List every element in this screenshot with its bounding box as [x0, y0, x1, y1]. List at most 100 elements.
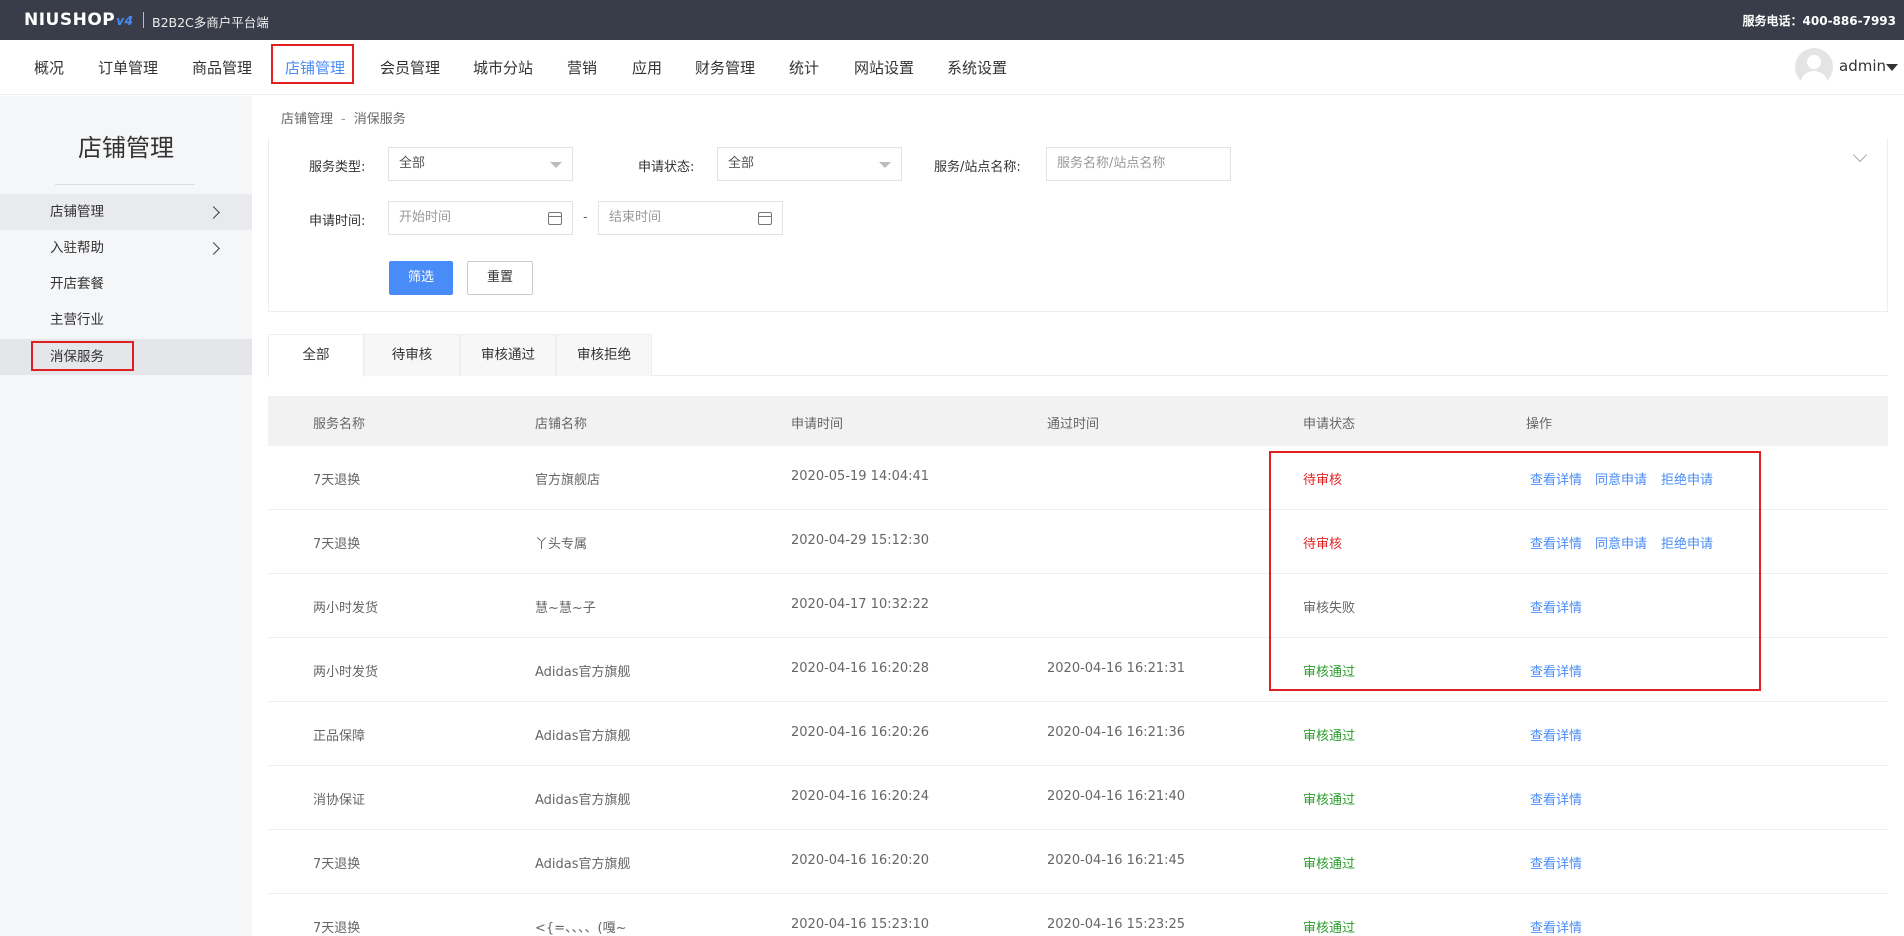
cell-pass-time: 2020-04-16 15:23:25 [1047, 917, 1186, 932]
date-separator: - [583, 210, 588, 225]
cell-shop-name: 官方旗舰店 [535, 473, 601, 488]
nav-item-stats[interactable]: 统计 [789, 57, 819, 78]
cell-shop-name: 丫头专属 [535, 537, 588, 552]
nav-item-marketing[interactable]: 营销 [567, 57, 597, 78]
cell-service-name: 7天退换 [313, 857, 361, 872]
cell-service-name: 7天退换 [313, 537, 361, 552]
sidebar-highlight-box [31, 341, 134, 371]
calendar-icon [758, 212, 772, 225]
breadcrumb-parent[interactable]: 店铺管理 [281, 112, 333, 127]
breadcrumb-current: 消保服务 [353, 112, 406, 127]
cell-shop-name: Adidas官方旗舰 [535, 729, 631, 744]
filter-button[interactable]: 筛选 [389, 261, 453, 295]
view-details-link[interactable]: 查看详情 [1530, 853, 1582, 872]
filter-panel: 服务类型: 全部 申请状态: 全部 服务/站点名称: 服务名称/站点名称 申请时… [268, 138, 1888, 312]
tab-approved[interactable]: 审核通过 [460, 334, 556, 376]
cell-service-name: 正品保障 [313, 729, 366, 744]
cell-apply-time: 2020-04-16 16:20:26 [791, 725, 930, 740]
service-type-label: 服务类型: [309, 160, 366, 175]
cell-shop-name: 慧~慧~子 [535, 601, 596, 616]
caret-down-icon[interactable] [1886, 64, 1898, 71]
main-nav: 概况 订单管理 商品管理 店铺管理 会员管理 城市分站 营销 应用 财务管理 统… [0, 40, 1904, 95]
cell-status: 审核通过 [1303, 921, 1356, 936]
nav-item-finance[interactable]: 财务管理 [695, 57, 755, 78]
cell-status: 审核通过 [1303, 729, 1356, 744]
collapse-chevron-icon[interactable] [1852, 147, 1868, 163]
status-tabs: 全部 待审核 审核通过 审核拒绝 [268, 334, 1888, 377]
time-label: 申请时间: [309, 214, 366, 229]
sidebar-item-join-help[interactable]: 入驻帮助 [0, 230, 252, 266]
cell-shop-name: Adidas官方旗舰 [535, 857, 631, 872]
nav-item-goods[interactable]: 商品管理 [192, 57, 252, 78]
sidebar-divider [55, 184, 195, 185]
view-details-link[interactable]: 查看详情 [1530, 789, 1582, 808]
avatar[interactable] [1795, 48, 1833, 86]
start-time-input[interactable]: 开始时间 [388, 201, 573, 235]
username[interactable]: admin [1839, 57, 1886, 75]
cell-pass-time: 2020-04-16 16:21:31 [1047, 661, 1186, 676]
dropdown-arrow-icon [879, 162, 891, 168]
nav-item-site-settings[interactable]: 网站设置 [854, 57, 914, 78]
th-pass-time: 通过时间 [1047, 417, 1100, 432]
th-apply-time: 申请时间 [791, 417, 844, 432]
nav-item-apps[interactable]: 应用 [632, 57, 662, 78]
nav-item-orders[interactable]: 订单管理 [98, 57, 158, 78]
cell-service-name: 两小时发货 [313, 601, 379, 616]
cell-apply-time: 2020-04-16 15:23:10 [791, 917, 930, 932]
status-select[interactable]: 全部 [717, 147, 902, 181]
cell-shop-name: <{=、、、、(嘎~ [535, 921, 627, 936]
view-details-link[interactable]: 查看详情 [1530, 725, 1582, 744]
table-highlight-box [1269, 451, 1761, 691]
sidebar-item-main-industry[interactable]: 主营行业 [0, 302, 252, 338]
nav-item-city-station[interactable]: 城市分站 [473, 57, 533, 78]
nav-item-members[interactable]: 会员管理 [380, 57, 440, 78]
tab-all[interactable]: 全部 [268, 334, 364, 377]
cell-pass-time: 2020-04-16 16:21:45 [1047, 853, 1186, 868]
tab-rejected[interactable]: 审核拒绝 [556, 334, 652, 376]
sidebar-item-shop-package[interactable]: 开店套餐 [0, 266, 252, 302]
nav-item-overview[interactable]: 概况 [34, 57, 64, 78]
service-phone: 服务电话：400-886-7993 [1742, 14, 1896, 28]
view-details-link[interactable]: 查看详情 [1530, 917, 1582, 936]
platform-name: B2B2C多商户平台端 [152, 15, 269, 30]
cell-apply-time: 2020-04-16 16:20:24 [791, 789, 930, 804]
table-row: 7天退换 <{=、、、、(嘎~ 2020-04-16 15:23:10 2020-04… [268, 894, 1888, 936]
table-row: 正品保障 Adidas官方旗舰 2020-04-16 16:20:26 2020-04… [268, 702, 1888, 766]
cell-service-name: 7天退换 [313, 473, 361, 488]
th-shop-name: 店铺名称 [535, 417, 588, 432]
sidebar-title: 店铺管理 [78, 134, 174, 162]
sidebar-item-shop-management[interactable]: 店铺管理 [0, 194, 252, 230]
dropdown-arrow-icon [550, 162, 562, 168]
cell-apply-time: 2020-04-16 16:20:20 [791, 853, 930, 868]
tab-pending[interactable]: 待审核 [364, 334, 460, 376]
breadcrumb: 店铺管理 - 消保服务 [281, 112, 406, 127]
cell-pass-time: 2020-04-16 16:21:40 [1047, 789, 1186, 804]
service-type-select[interactable]: 全部 [388, 147, 573, 181]
name-label: 服务/站点名称: [934, 160, 1021, 175]
cell-service-name: 7天退换 [313, 921, 361, 936]
name-search-input[interactable]: 服务名称/站点名称 [1046, 147, 1231, 181]
table-row: 消协保证 Adidas官方旗舰 2020-04-16 16:20:24 2020-04… [268, 766, 1888, 830]
logo-divider [143, 12, 144, 28]
cell-service-name: 两小时发货 [313, 665, 379, 680]
th-actions: 操作 [1526, 417, 1553, 432]
cell-apply-time: 2020-04-16 16:20:28 [791, 661, 930, 676]
cell-service-name: 消协保证 [313, 793, 366, 808]
cell-pass-time: 2020-04-16 16:21:36 [1047, 725, 1186, 740]
cell-apply-time: 2020-05-19 14:04:41 [791, 469, 930, 484]
cell-apply-time: 2020-04-17 10:32:22 [791, 597, 930, 612]
table-header: 服务名称 店铺名称 申请时间 通过时间 申请状态 操作 [268, 396, 1888, 446]
niushop-logo[interactable]: NIUSHOPv4 [24, 10, 133, 30]
reset-button[interactable]: 重置 [467, 261, 533, 295]
status-label: 申请状态: [638, 160, 695, 175]
nav-highlight-box [271, 44, 354, 84]
th-service-name: 服务名称 [313, 417, 366, 432]
nav-item-system-settings[interactable]: 系统设置 [947, 57, 1007, 78]
cell-shop-name: Adidas官方旗舰 [535, 793, 631, 808]
calendar-icon [548, 212, 562, 225]
end-time-input[interactable]: 结束时间 [598, 201, 783, 235]
cell-apply-time: 2020-04-29 15:12:30 [791, 533, 930, 548]
top-bar: NIUSHOPv4 B2B2C多商户平台端 服务电话：400-886-7993 [0, 0, 1904, 40]
chevron-right-icon [207, 206, 220, 219]
th-status: 申请状态 [1303, 417, 1356, 432]
